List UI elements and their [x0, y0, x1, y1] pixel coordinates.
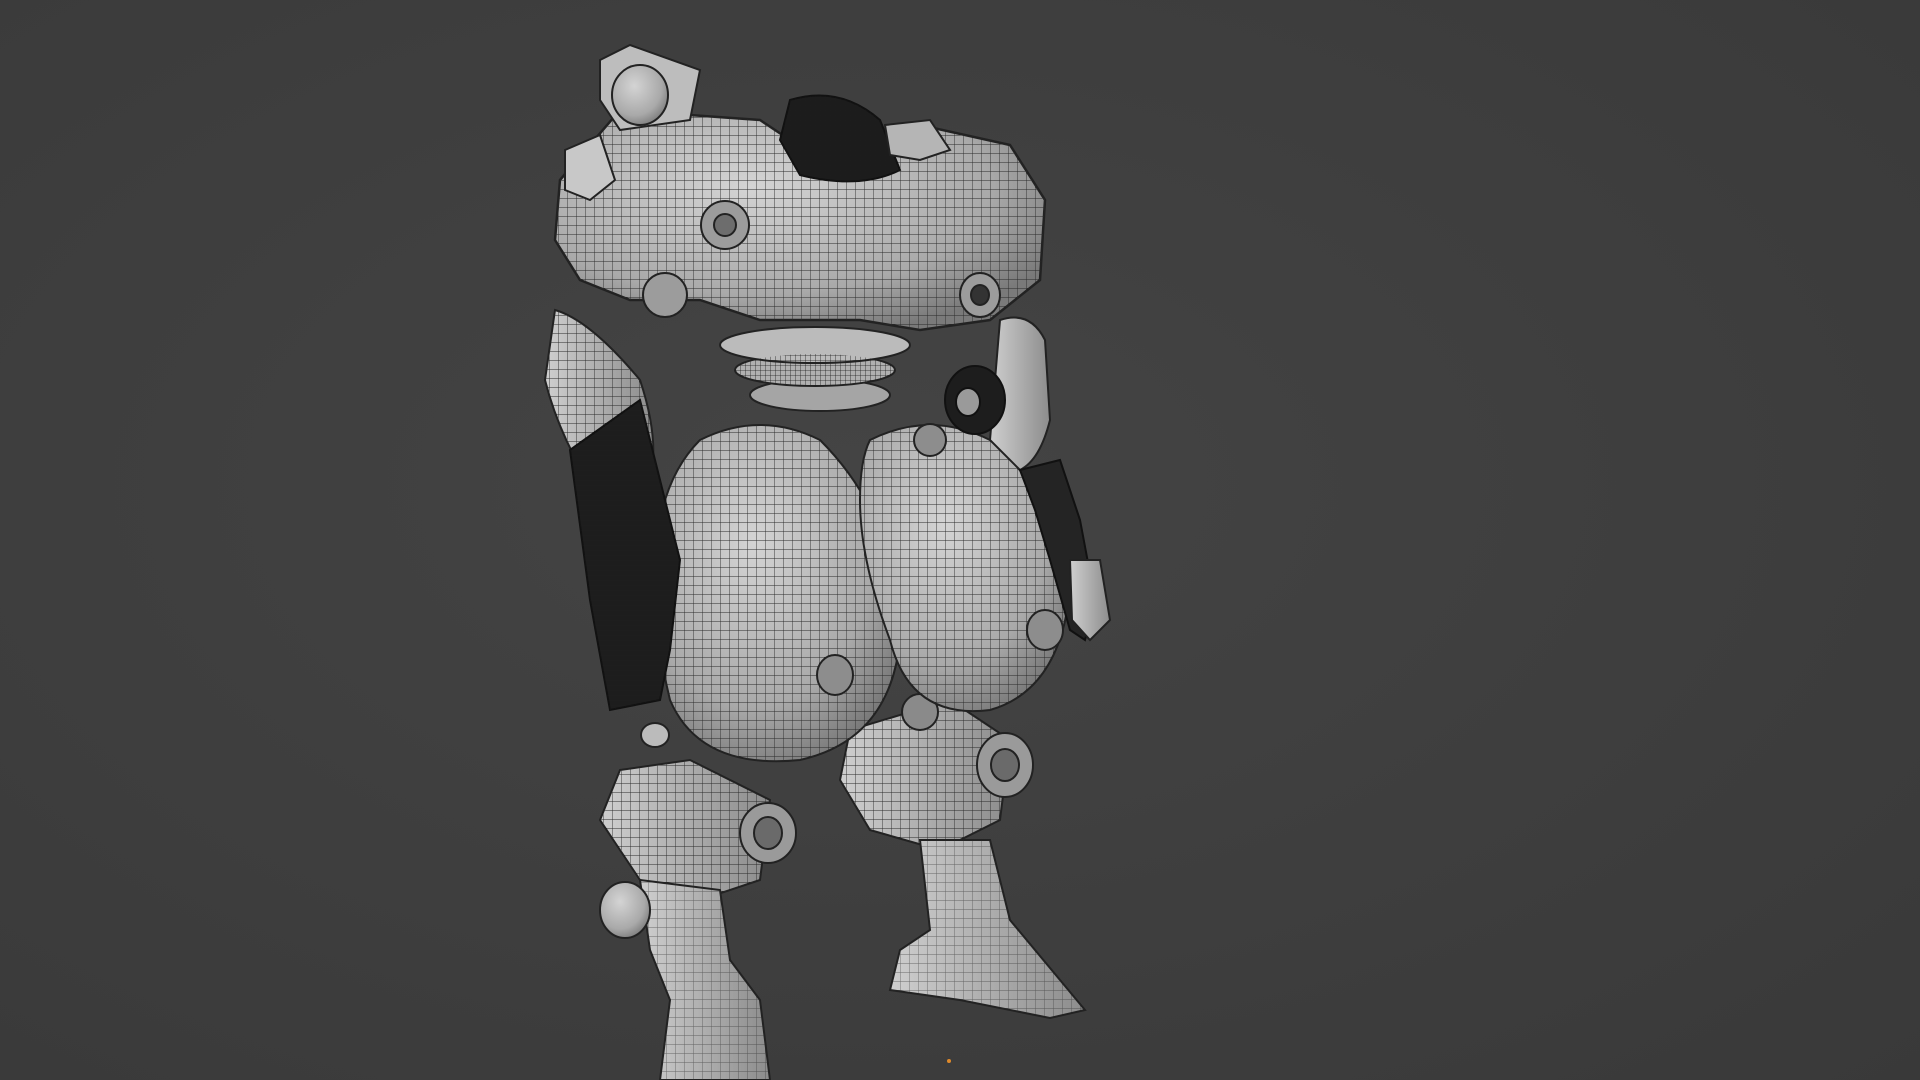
waist-joint: [719, 326, 911, 412]
left-leg: [598, 758, 797, 1080]
object-origin-marker: [947, 1059, 951, 1063]
3d-viewport[interactable]: [0, 0, 1920, 1080]
right-leg: [838, 693, 1087, 1020]
torso: [553, 43, 1047, 332]
left-arm: [543, 308, 682, 748]
mech-robot-model[interactable]: [0, 0, 1920, 1080]
